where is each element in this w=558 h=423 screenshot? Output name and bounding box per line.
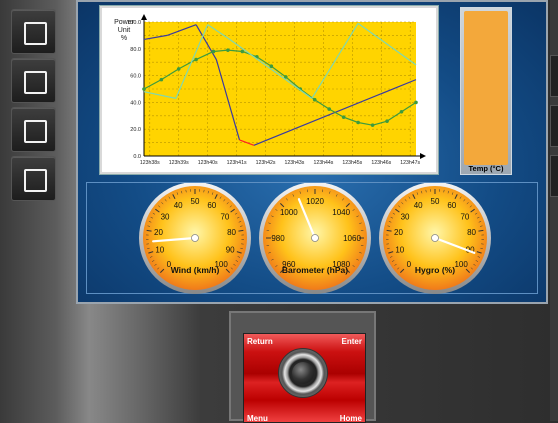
thermometer: 403020100-10-20 Temp (°C) [460, 7, 512, 175]
series-1-point [313, 98, 317, 102]
gauge-label: Barometer (hPa) [282, 265, 348, 275]
series-1-point [270, 64, 274, 68]
gauge-tick-label: 20 [154, 228, 163, 237]
gauge-tick-label: 1000 [280, 208, 298, 217]
right-edge-panel [550, 0, 558, 421]
gauge-tick-label: 90 [226, 245, 235, 254]
gauge-tick-label: 1020 [306, 197, 324, 206]
series-1-point [142, 87, 146, 91]
y-tick-label: 60.0 [130, 74, 141, 80]
square-outline-icon [24, 22, 47, 45]
gauge-tick-label: 0 [407, 260, 412, 269]
gauge-tick-label: 10 [155, 245, 164, 254]
home-button[interactable]: Home [340, 414, 362, 423]
barometer-gauge: 96098010001020104010601080Barometer (hPa… [257, 183, 373, 299]
y-tick-label: 100.0 [127, 20, 141, 26]
gauge-tick-label: 80 [227, 228, 236, 237]
gauge-tick-label: 70 [220, 212, 229, 221]
menu-button[interactable]: Menu [247, 414, 268, 423]
knob-center [292, 362, 314, 384]
series-1-point [194, 58, 198, 62]
gauge-tick-label: 1040 [332, 208, 350, 217]
series-1-point [356, 121, 360, 125]
side-button-2[interactable] [11, 58, 56, 103]
x-tick-label: 123h41s [227, 160, 247, 166]
gauge-hub [312, 235, 319, 242]
series-1-point [371, 123, 375, 127]
series-1-point [400, 110, 404, 114]
power-trend-chart: Power Unit % 100.080.060.040.020.00.0123… [100, 6, 438, 174]
gauge-tick-label: 50 [431, 197, 440, 206]
enter-button[interactable]: Enter [342, 337, 362, 346]
gauge-tick-label: 50 [191, 197, 200, 206]
gauge-tick-label: 60 [207, 201, 216, 210]
gauge-tick-label: 100 [454, 260, 468, 269]
x-tick-label: 123h46s [371, 160, 391, 166]
x-tick-label: 123h42s [256, 160, 276, 166]
side-button-1[interactable] [11, 9, 56, 54]
gauge-tick-label: 30 [401, 212, 410, 221]
gauge-tick-label: 40 [174, 201, 183, 210]
y-tick-label: 20.0 [130, 127, 141, 133]
side-button-3[interactable] [11, 107, 56, 152]
gauge-tick-label: 10 [395, 245, 404, 254]
series-1-point [241, 50, 245, 54]
wind-gauge: 0102030405060708090100Wind (km/h) [137, 183, 253, 299]
x-tick-label: 123h47s [400, 160, 420, 166]
x-tick-label: 123h39s [169, 160, 189, 166]
series-1-point [385, 119, 389, 123]
series-1-point [327, 107, 331, 111]
x-tick-label: 123h43s [285, 160, 305, 166]
gauge-tick-label: 980 [271, 234, 285, 243]
square-outline-icon [24, 71, 47, 94]
gauge-tick-label: 80 [467, 228, 476, 237]
gauge-label: Wind (km/h) [171, 265, 220, 275]
chart-plot: 100.080.060.040.020.00.0123h38s123h39s12… [102, 8, 436, 172]
gauge-label: Hygro (%) [415, 265, 455, 275]
return-button[interactable]: Return [247, 337, 273, 346]
series-1-point [226, 48, 230, 52]
thermometer-face [464, 11, 508, 165]
gauge-tick-label: 1060 [343, 234, 361, 243]
square-outline-icon [24, 120, 47, 143]
jog-dial-knob[interactable] [278, 348, 328, 398]
gauge-tick-label: 20 [394, 228, 403, 237]
gauge-hub [192, 235, 199, 242]
series-1-point [212, 50, 216, 54]
series-1-point [414, 101, 418, 105]
navigation-keypad: Return Enter Menu Home [229, 311, 376, 421]
y-axis-arrow [141, 14, 147, 20]
gauge-tick-label: 70 [460, 212, 469, 221]
gauge-tick-label: 60 [447, 201, 456, 210]
x-tick-label: 123h45s [342, 160, 362, 166]
gauge-hub [432, 235, 439, 242]
y-tick-label: 80.0 [130, 47, 141, 53]
gauge-tick-label: 40 [414, 201, 423, 210]
x-tick-label: 123h38s [140, 160, 160, 166]
series-1-point [160, 78, 164, 82]
x-tick-label: 123h40s [198, 160, 218, 166]
series-1-point [177, 67, 181, 71]
series-1-point [342, 115, 346, 119]
hygro-gauge: 0102030405060708090100Hygro (%) [377, 183, 493, 299]
right-edge-button[interactable] [550, 155, 558, 197]
thermometer-label: Temp (°C) [461, 164, 511, 173]
right-edge-button[interactable] [550, 105, 558, 147]
gauge-tick-label: 30 [161, 212, 170, 221]
x-tick-label: 123h44s [313, 160, 333, 166]
y-tick-label: 40.0 [130, 100, 141, 106]
right-edge-button[interactable] [550, 55, 558, 97]
x-axis-arrow [420, 153, 426, 159]
square-outline-icon [24, 169, 47, 192]
side-button-4[interactable] [11, 156, 56, 201]
